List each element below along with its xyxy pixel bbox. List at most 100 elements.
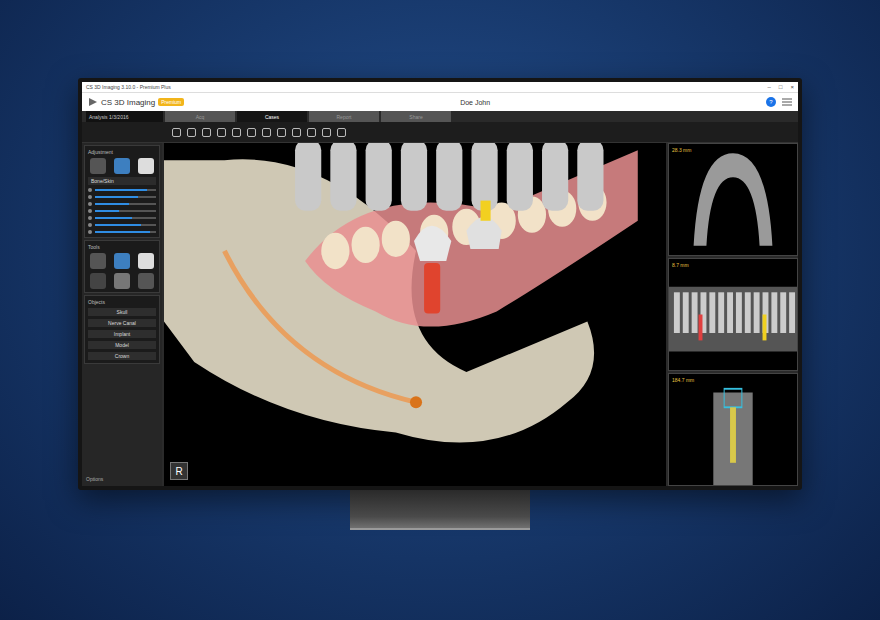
slider-track[interactable] — [95, 203, 156, 205]
slider[interactable] — [88, 209, 156, 213]
slider[interactable] — [88, 223, 156, 227]
adjustment-section: Adjustment Bone/Skin — [84, 145, 160, 238]
render-mode-icon[interactable] — [114, 158, 130, 174]
slider-fill — [95, 203, 129, 205]
tool-icon[interactable] — [232, 128, 241, 137]
tool-icon[interactable] — [172, 128, 181, 137]
slice-views: 28.3 mm 8.7 mm 184.7 mm — [668, 143, 798, 486]
menu-icon[interactable] — [782, 98, 792, 106]
tool-icon[interactable] — [247, 128, 256, 137]
tool-icon[interactable] — [262, 128, 271, 137]
slider-fill — [95, 231, 150, 233]
slider[interactable] — [88, 195, 156, 199]
slider-dot-icon — [88, 216, 92, 220]
slider-track[interactable] — [95, 231, 156, 233]
slider[interactable] — [88, 202, 156, 206]
slider-fill — [95, 196, 138, 198]
logo-icon — [88, 97, 98, 107]
panoramic-slice-image — [669, 259, 797, 370]
slider-dot-icon — [88, 195, 92, 199]
tool-icon[interactable] — [114, 253, 130, 269]
tab-bar: Analysis 1/3/2016AcqCasesReportShare — [82, 111, 798, 122]
object-row[interactable]: Skull — [88, 308, 156, 316]
slider-fill — [95, 224, 141, 226]
object-row[interactable]: Implant — [88, 330, 156, 338]
tab[interactable]: Report — [309, 111, 379, 122]
axial-slice-image — [669, 144, 797, 255]
slider-fill — [95, 217, 132, 219]
tool-icon[interactable] — [217, 128, 226, 137]
slider-track[interactable] — [95, 210, 156, 212]
section-title: Objects — [88, 299, 156, 305]
preset-select[interactable]: Bone/Skin — [88, 177, 156, 185]
slider-track[interactable] — [95, 189, 156, 191]
tool-icon[interactable] — [138, 273, 154, 289]
cross-section-slice-image — [669, 374, 797, 485]
view-reading: 184.7 mm — [672, 377, 694, 383]
window-control[interactable]: × — [790, 84, 794, 90]
tool-icon[interactable] — [337, 128, 346, 137]
window-control[interactable]: – — [768, 84, 771, 90]
section-title: Adjustment — [88, 149, 156, 155]
window-control[interactable]: □ — [779, 84, 783, 90]
options-footer[interactable]: Options — [84, 474, 160, 484]
object-row[interactable]: Nerve Canal — [88, 319, 156, 327]
tool-icon[interactable] — [322, 128, 331, 137]
analysis-select[interactable]: Analysis 1/3/2016 — [86, 111, 163, 122]
monitor: CS 3D Imaging 3.10.0 - Premium Plus–□×CS… — [78, 78, 802, 490]
window-title: CS 3D Imaging 3.10.0 - Premium Plus — [86, 84, 171, 90]
tool-icon[interactable] — [307, 128, 316, 137]
object-row[interactable]: Model — [88, 341, 156, 349]
objects-section: Objects Skull Nerve Canal Implant Model Crown — [84, 295, 160, 364]
tool-icon[interactable] — [138, 253, 154, 269]
slider-fill — [95, 189, 147, 191]
tools-section: Tools — [84, 240, 160, 293]
slider-dot-icon — [88, 209, 92, 213]
slider-track[interactable] — [95, 224, 156, 226]
tab[interactable]: Share — [381, 111, 451, 122]
header: CS 3D ImagingPremium Doe John? — [82, 93, 798, 111]
tab[interactable]: Cases — [237, 111, 307, 122]
logo: CS 3D ImagingPremium — [88, 97, 184, 107]
section-title: Tools — [88, 244, 156, 250]
tool-icon[interactable] — [114, 273, 130, 289]
toolbar — [82, 122, 798, 143]
tool-icon[interactable] — [90, 273, 106, 289]
page: CS 3D Imaging 3.10.0 - Premium Plus–□×CS… — [0, 0, 880, 620]
slider-dot-icon — [88, 230, 92, 234]
edition-badge: Premium — [158, 98, 184, 106]
slice-view[interactable]: 8.7 mm — [668, 258, 798, 371]
slider-dot-icon — [88, 188, 92, 192]
slider-dot-icon — [88, 202, 92, 206]
help-button[interactable]: ? — [766, 97, 776, 107]
window-controls: – □ × — [768, 84, 794, 90]
slider-fill — [95, 210, 119, 212]
title-bar: CS 3D Imaging 3.10.0 - Premium Plus – □ × — [82, 82, 798, 93]
tool-icon[interactable] — [202, 128, 211, 137]
view-reading: 28.3 mm — [672, 147, 691, 153]
object-row[interactable]: Crown — [88, 352, 156, 360]
slider[interactable] — [88, 230, 156, 234]
tab[interactable]: Acq — [165, 111, 235, 122]
slider[interactable] — [88, 188, 156, 192]
tool-icon[interactable] — [90, 253, 106, 269]
slice-view[interactable]: 28.3 mm — [668, 143, 798, 256]
slider-track[interactable] — [95, 196, 156, 198]
3d-viewport[interactable]: R — [164, 143, 666, 486]
monitor-stand — [350, 490, 530, 530]
orientation-cube[interactable]: R — [170, 462, 188, 480]
render-mode-icon[interactable] — [90, 158, 106, 174]
left-panel: Adjustment Bone/Skin Tools Objects Skull Nerv… — [82, 143, 162, 486]
tool-icon[interactable] — [292, 128, 301, 137]
render-mode-icon[interactable] — [138, 158, 154, 174]
3d-jaw-render[interactable] — [164, 143, 666, 486]
tool-icon[interactable] — [187, 128, 196, 137]
slider[interactable] — [88, 216, 156, 220]
slider-dot-icon — [88, 223, 92, 227]
patient-name: Doe John — [190, 99, 760, 106]
tool-icon[interactable] — [277, 128, 286, 137]
slice-view[interactable]: 184.7 mm — [668, 373, 798, 486]
workspace: Adjustment Bone/Skin Tools Objects Skull Nerv… — [82, 143, 798, 486]
view-reading: 8.7 mm — [672, 262, 689, 268]
slider-track[interactable] — [95, 217, 156, 219]
